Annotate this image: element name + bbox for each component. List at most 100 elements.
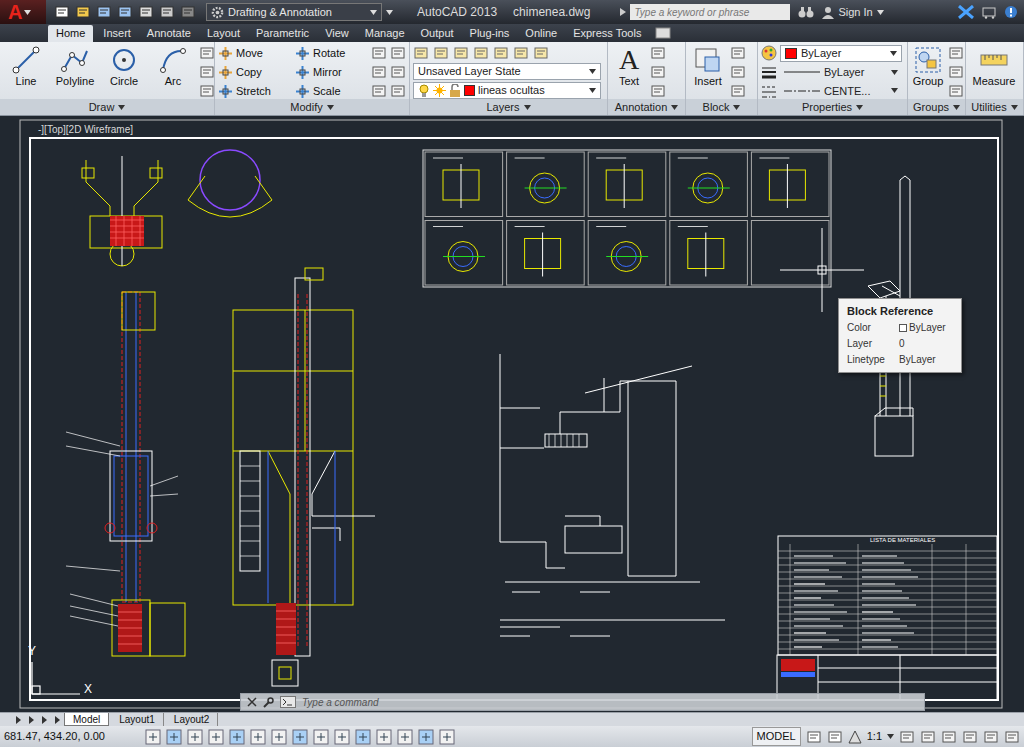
hatch-icon[interactable] [199, 64, 214, 80]
sc-icon[interactable] [418, 729, 434, 745]
arc-button[interactable]: Arc [150, 45, 196, 99]
layer-dropdown[interactable]: lineas ocultas [413, 82, 601, 99]
dyn-icon[interactable] [334, 729, 350, 745]
model-space-toggle[interactable]: MODEL [752, 727, 801, 746]
lineweight-value[interactable]: ByLayer [824, 64, 887, 81]
ungroup-icon[interactable] [948, 45, 964, 61]
cart-icon[interactable] [982, 5, 996, 19]
draw-order-icon[interactable] [390, 45, 406, 61]
osnap-icon[interactable] [250, 729, 266, 745]
explode-icon[interactable] [390, 64, 406, 80]
layer-freeze-icon[interactable] [513, 45, 529, 61]
measure-button-label[interactable]: Measure [973, 75, 1016, 88]
ribbon-tab[interactable]: Home [48, 25, 93, 42]
panel-title-label[interactable]: Block [703, 99, 730, 116]
toolbar-menu-icon[interactable] [386, 10, 393, 15]
save-as-icon[interactable] [117, 4, 133, 20]
panel-title-label[interactable]: Layers [486, 99, 519, 116]
scale-label[interactable]: Scale [313, 83, 341, 99]
annotation-visibility-icon[interactable] [899, 729, 915, 745]
panel-title-label[interactable]: Groups [913, 99, 949, 116]
ribbon-tab[interactable]: Manage [359, 25, 411, 42]
move-button[interactable]: Move [218, 45, 291, 62]
binoculars-icon[interactable] [798, 5, 814, 19]
polar-icon[interactable] [229, 729, 245, 745]
attribute-icon[interactable] [730, 83, 746, 99]
layer-state-value[interactable]: Unsaved Layer State [418, 63, 521, 80]
quick-view-drawings-icon[interactable] [827, 729, 843, 745]
linetype-dropdown[interactable]: CENTE... [780, 83, 902, 100]
isolate-icon[interactable] [983, 729, 999, 745]
mirror-button[interactable]: Mirror [295, 64, 368, 81]
panel-title[interactable]: Draw [0, 99, 214, 115]
lock-icon[interactable] [941, 729, 957, 745]
region-icon[interactable] [199, 83, 214, 99]
fillet-icon[interactable] [371, 64, 387, 80]
previous-icon[interactable] [25, 716, 36, 724]
arc-button-label[interactable]: Arc [165, 75, 182, 88]
layer-name[interactable]: lineas ocultas [478, 82, 586, 99]
3dosnap-icon[interactable] [271, 729, 287, 745]
layout-tab[interactable]: Model [64, 713, 109, 726]
wrench-icon[interactable] [263, 697, 274, 708]
redo-icon[interactable] [180, 4, 196, 20]
layout-tab[interactable]: Layout1 [111, 713, 164, 726]
ribbon-tab[interactable]: Parametric [250, 25, 315, 42]
layer-off-icon[interactable] [533, 45, 549, 61]
command-input[interactable] [302, 695, 918, 709]
color-value[interactable]: ByLayer [801, 45, 886, 62]
last-icon[interactable] [51, 716, 62, 724]
stretch-label[interactable]: Stretch [236, 83, 271, 99]
panel-title[interactable]: Utilities [966, 99, 1023, 115]
panel-title-label[interactable]: Utilities [971, 99, 1006, 116]
layer-isolate-icon[interactable] [473, 45, 489, 61]
ribbon-tab[interactable]: Plug-ins [464, 25, 516, 42]
polyline-button-label[interactable]: Polyline [56, 75, 95, 88]
panel-title[interactable]: Properties [758, 99, 907, 115]
autocad-logo[interactable]: A [8, 1, 22, 23]
trim-icon[interactable] [371, 45, 387, 61]
line-button-label[interactable]: Line [16, 75, 37, 88]
annotation-scale[interactable]: 1:1 [867, 728, 882, 745]
linetype-value[interactable]: CENTE... [824, 83, 887, 100]
layout-tab[interactable]: Layout2 [166, 713, 219, 726]
circle-button-label[interactable]: Circle [110, 75, 138, 88]
ribbon-tab[interactable]: Insert [97, 25, 137, 42]
app-menu-button[interactable]: A [0, 0, 46, 24]
next-icon[interactable] [38, 716, 49, 724]
search-input[interactable] [630, 4, 790, 20]
infer-icon[interactable] [145, 729, 161, 745]
text-button[interactable]: AText [611, 45, 647, 99]
mirror-label[interactable]: Mirror [313, 64, 342, 81]
rectangle-icon[interactable] [199, 45, 214, 61]
offset-icon[interactable] [390, 83, 406, 99]
match-properties-icon[interactable] [761, 45, 777, 62]
circle-button[interactable]: Circle [101, 45, 147, 99]
table-icon[interactable] [650, 83, 666, 99]
lineweight-dropdown[interactable]: ByLayer [780, 64, 902, 81]
panel-title[interactable]: Annotation [608, 99, 685, 115]
help-icon[interactable] [1004, 5, 1018, 19]
ribbon-tab[interactable]: Express Tools [567, 25, 647, 42]
new-icon[interactable] [54, 4, 70, 20]
ribbon-tab[interactable]: View [319, 25, 355, 42]
ribbon-tab[interactable]: Online [519, 25, 563, 42]
scale-button[interactable]: Scale [295, 83, 368, 99]
stretch-button[interactable]: Stretch [218, 83, 291, 99]
edit-block-icon[interactable] [730, 64, 746, 80]
am-icon[interactable] [439, 729, 455, 745]
linetype-icon[interactable] [761, 83, 777, 99]
leader-icon[interactable] [650, 64, 666, 80]
layer-state-dropdown[interactable]: Unsaved Layer State [413, 63, 601, 80]
drawing-canvas[interactable]: -][Top][2D Wireframe]LISTA DE MATERIALES… [0, 116, 1024, 712]
dimension-icon[interactable] [650, 45, 666, 61]
undo-icon[interactable] [159, 4, 175, 20]
copy-label[interactable]: Copy [236, 64, 262, 81]
sign-in-label[interactable]: Sign In [838, 4, 872, 21]
insert-button-label[interactable]: Insert [694, 75, 722, 88]
text-label[interactable]: Text [619, 75, 639, 88]
viewport-controls[interactable]: -][Top][2D Wireframe] [36, 124, 135, 136]
copy-button[interactable]: Copy [218, 64, 291, 81]
workspace-switching-icon[interactable] [920, 729, 936, 745]
otrack-icon[interactable] [292, 729, 308, 745]
